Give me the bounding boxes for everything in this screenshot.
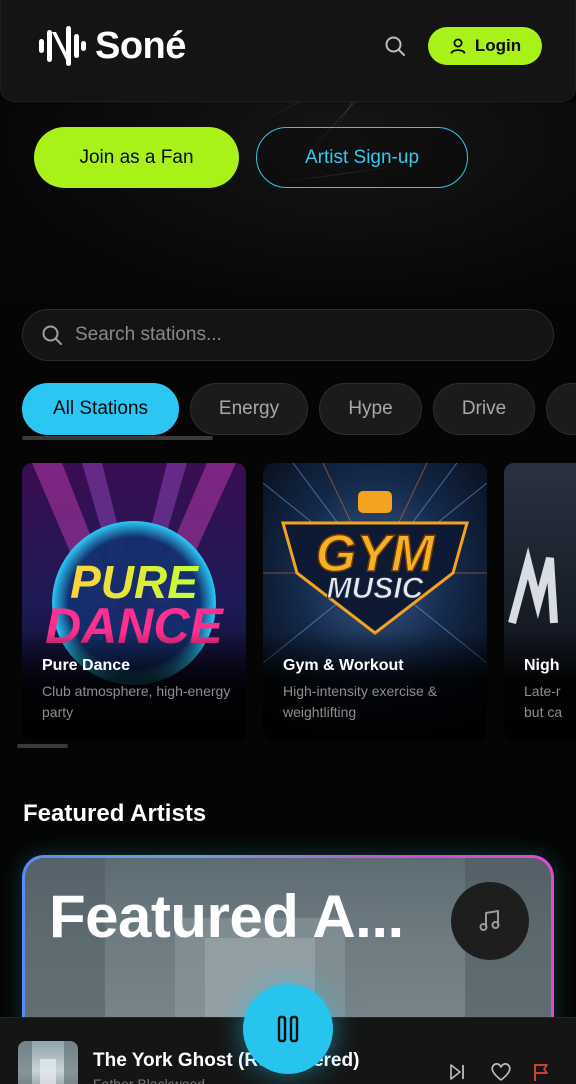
brand-name: Soné (95, 24, 186, 67)
track-artist: Father Blackwood (93, 1076, 206, 1084)
search-icon (42, 325, 62, 345)
filter-chip-all-stations[interactable]: All Stations (22, 383, 179, 435)
login-label: Login (474, 36, 522, 55)
music-badge[interactable] (451, 882, 529, 960)
station-description: Late-r but ca (524, 683, 563, 720)
station-card-pure-dance[interactable]: PURE DANCE Pure Dance Club atmosphere, h… (22, 463, 246, 741)
artist-signup-button[interactable]: Artist Sign-up (256, 127, 468, 188)
station-filter-chips: All Stations Energy Hype Drive (22, 383, 576, 437)
hero-streak (259, 102, 420, 123)
station-search-input[interactable] (75, 324, 515, 346)
brand-logo[interactable]: Soné (37, 22, 186, 70)
like-button[interactable] (489, 1060, 513, 1084)
filter-chip-energy[interactable]: Energy (190, 383, 308, 435)
music-note-icon (479, 910, 500, 931)
skip-next-button[interactable] (445, 1060, 469, 1084)
track-artwork[interactable] (18, 1041, 78, 1084)
station-title: Gym & Workout (283, 657, 404, 674)
pause-icon (277, 1015, 299, 1043)
flag-icon (534, 1064, 548, 1081)
featured-artists-heading: Featured Artists (23, 800, 207, 827)
station-title: Nigh (524, 657, 560, 674)
carousel-scroll-indicator (17, 744, 68, 748)
station-card-night[interactable]: Nigh Late-r but ca (504, 463, 576, 741)
station-title: Pure Dance (42, 657, 131, 674)
top-header: Soné Login (0, 0, 576, 102)
station-carousel: PURE DANCE Pure Dance Club atmosphere, h… (22, 463, 576, 743)
login-button[interactable]: Login (428, 27, 542, 65)
track-artwork-image (18, 1041, 78, 1084)
filter-chip-drive[interactable]: Drive (433, 383, 535, 435)
filter-chip-partial[interactable] (546, 383, 576, 435)
header-search-button[interactable] (381, 32, 409, 60)
music-art-text: MUSIC (327, 572, 425, 605)
station-description: Club atmosphere, high-energy party (42, 683, 231, 720)
report-button[interactable] (529, 1060, 553, 1084)
join-as-fan-button[interactable]: Join as a Fan (34, 127, 239, 188)
chips-scroll-indicator (22, 436, 213, 440)
skip-next-icon (450, 1064, 464, 1080)
featured-card-title: Featured A... (49, 883, 404, 950)
user-icon (450, 38, 466, 54)
search-icon (385, 36, 405, 56)
sound-wave-logo-icon (39, 26, 86, 66)
pause-button[interactable] (243, 984, 333, 1074)
heart-icon (491, 1063, 511, 1081)
station-search-bar[interactable] (22, 309, 554, 361)
filter-chip-hype[interactable]: Hype (319, 383, 422, 435)
station-card-gym-workout[interactable]: GYM MUSIC Gym & Workout High-intensity e… (263, 463, 487, 741)
station-description: High-intensity exercise & weightlifting (283, 683, 438, 720)
